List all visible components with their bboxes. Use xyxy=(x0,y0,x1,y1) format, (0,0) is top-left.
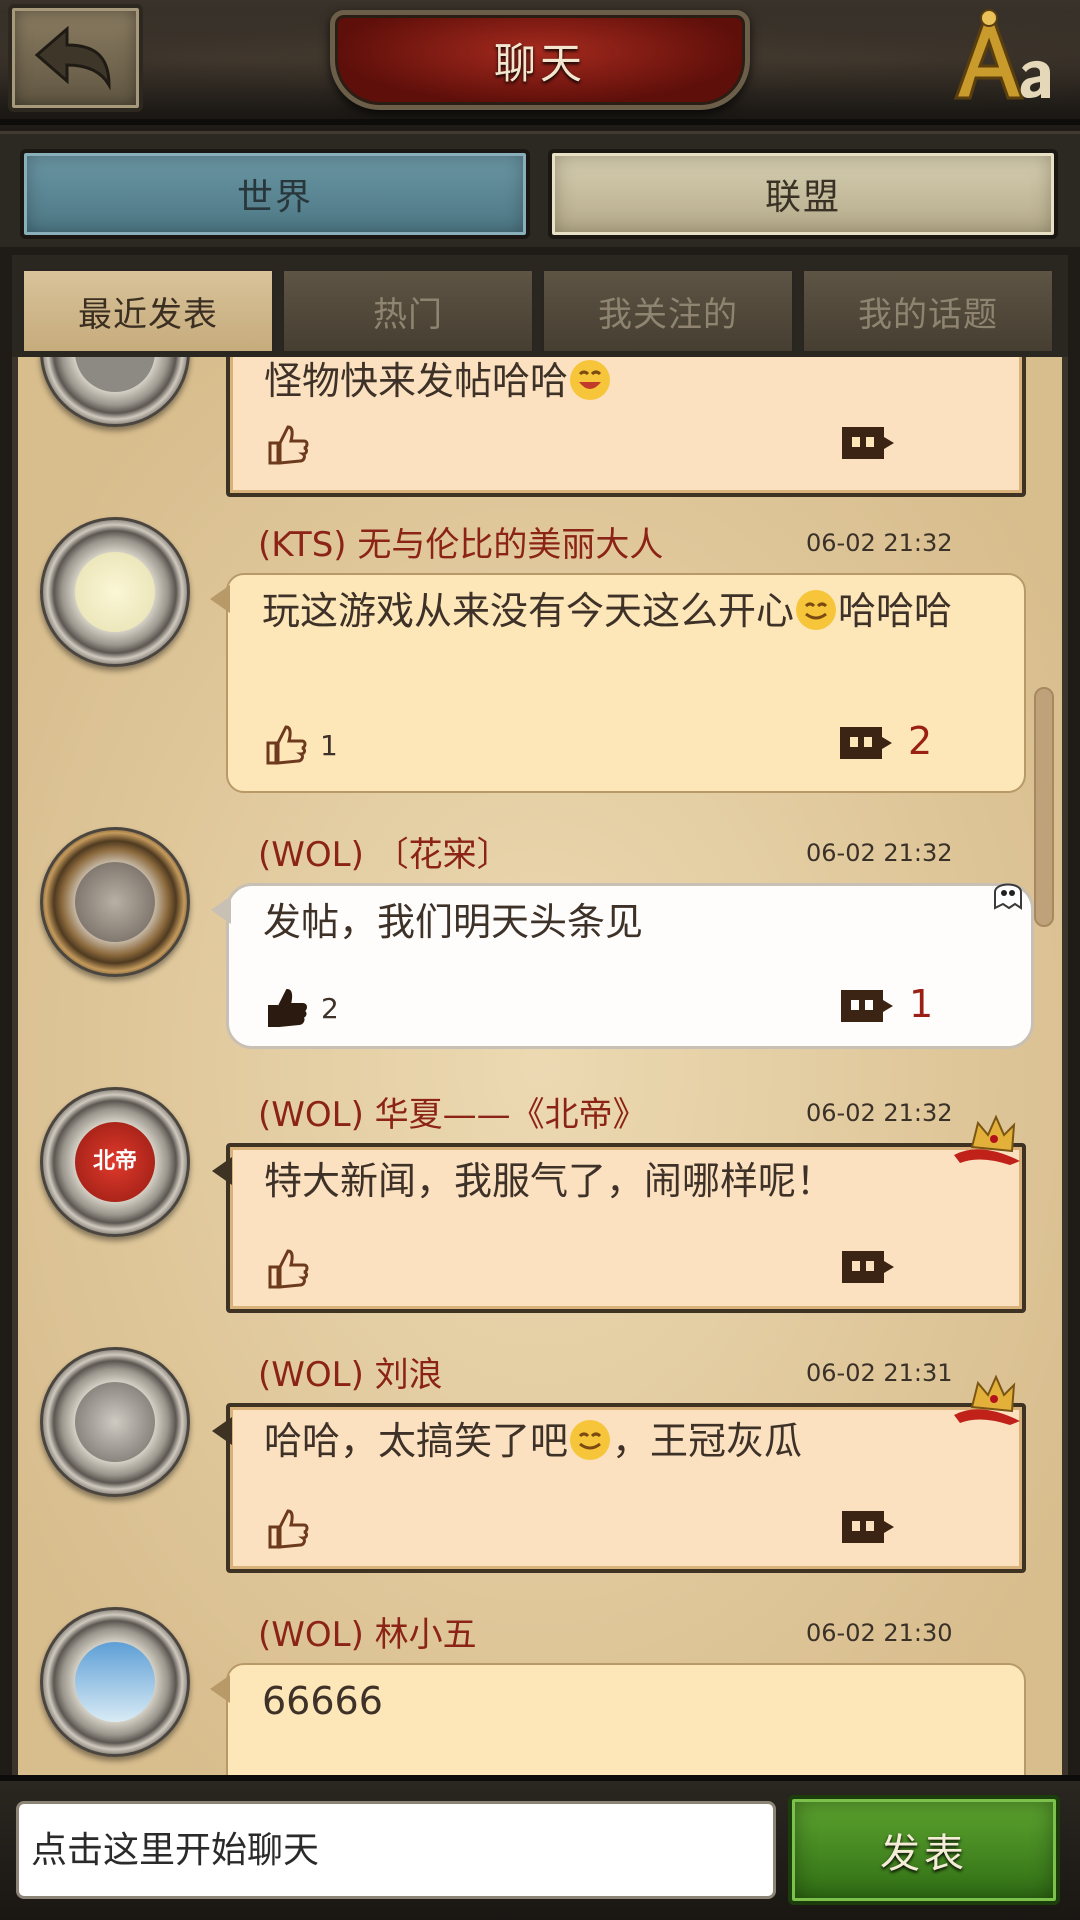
thumbs-up-icon[interactable] xyxy=(264,421,310,467)
message-bubble: 发帖，我们明天头条见 2 1 xyxy=(211,883,1034,1049)
font-size-button[interactable] xyxy=(946,8,1056,108)
avatar[interactable] xyxy=(40,357,190,427)
thumbs-up-icon[interactable] xyxy=(262,721,308,767)
avatar[interactable] xyxy=(40,517,190,667)
player-name[interactable]: (KTS) 无与伦比的美丽大人 xyxy=(258,517,663,566)
back-button[interactable] xyxy=(8,4,143,112)
avatar[interactable]: 北帝 xyxy=(40,1087,190,1237)
comment-icon[interactable] xyxy=(838,725,894,761)
tab-alliance[interactable]: 联盟 xyxy=(548,149,1058,239)
tab-following[interactable]: 我关注的 xyxy=(542,269,794,351)
timestamp: 06-02 21:32 xyxy=(806,839,953,867)
player-name[interactable]: (WOL) 刘浪 xyxy=(258,1347,443,1396)
timestamp: 06-02 21:32 xyxy=(806,529,953,557)
message-bubble: 玩这游戏从来没有今天这么开心 哈哈哈 1 2 xyxy=(210,573,1026,793)
comment-icon[interactable] xyxy=(840,425,896,461)
thumbs-up-icon[interactable] xyxy=(264,1505,310,1551)
comment-icon[interactable] xyxy=(840,1249,896,1285)
message-text: 玩这游戏从来没有今天这么开心 哈哈哈 xyxy=(262,589,953,633)
comment-icon[interactable] xyxy=(839,988,895,1024)
back-arrow-icon xyxy=(34,25,111,91)
message-text: 发帖，我们明天头条见 xyxy=(263,900,644,944)
avatar-emblem: 北帝 xyxy=(75,1122,155,1202)
font-size-icon xyxy=(953,9,1050,100)
message-bubble: 哈哈，太搞笑了吧 ，王冠灰瓜 xyxy=(212,1374,1026,1573)
composer-bar: 发表 xyxy=(0,1775,1080,1920)
player-name[interactable]: (WOL) 华夏——《北帝》 xyxy=(258,1087,647,1136)
comment-icon[interactable] xyxy=(840,1509,896,1545)
timestamp: 06-02 21:31 xyxy=(806,1359,953,1387)
header-bar: 聊天 xyxy=(0,0,1080,125)
scrollbar[interactable] xyxy=(1034,687,1054,927)
message-text: 怪物快来发帖哈哈 xyxy=(264,357,984,405)
avatar[interactable] xyxy=(40,1347,190,1497)
chat-input[interactable] xyxy=(16,1801,776,1899)
timestamp: 06-02 21:32 xyxy=(806,1099,953,1127)
like-count: 1 xyxy=(320,729,338,762)
message-text: 哈哈，太搞笑了吧 ，王冠灰瓜 xyxy=(264,1419,803,1463)
message-bubble: 特大新闻，我服气了，闹哪样呢！ xyxy=(212,1114,1026,1313)
main-tab-bar: 世界 联盟 xyxy=(0,131,1080,247)
tab-world[interactable]: 世界 xyxy=(20,149,530,239)
thumbs-up-icon[interactable] xyxy=(264,1245,310,1291)
message-bubble: 66666 xyxy=(210,1663,1026,1775)
comment-count: 2 xyxy=(908,719,933,763)
message-text: 特大新闻，我服气了，闹哪样呢！ xyxy=(264,1159,835,1203)
message-bubble: 怪物快来发帖哈哈 xyxy=(226,357,1026,497)
timestamp: 06-02 21:30 xyxy=(806,1619,953,1647)
sub-tab-bar: 最近发表 热门 我关注的 我的话题 xyxy=(12,255,1068,357)
send-button[interactable]: 发表 xyxy=(788,1795,1060,1905)
title-plate: 聊天 xyxy=(330,10,750,110)
smile-emoji-icon xyxy=(570,360,611,400)
like-count: 2 xyxy=(321,992,339,1025)
avatar[interactable] xyxy=(40,827,190,977)
message-text: 66666 xyxy=(262,1679,383,1723)
ghost-icon xyxy=(994,883,1022,910)
player-name[interactable]: (WOL) 〔花宩〕 xyxy=(258,827,511,876)
avatar[interactable] xyxy=(40,1607,190,1757)
player-name[interactable]: (WOL) 林小五 xyxy=(258,1607,477,1656)
thumbs-up-filled-icon[interactable] xyxy=(263,984,309,1030)
tab-my-topics[interactable]: 我的话题 xyxy=(802,269,1054,351)
tab-hot[interactable]: 热门 xyxy=(282,269,534,351)
smile-emoji-icon xyxy=(570,1420,611,1460)
tab-recent[interactable]: 最近发表 xyxy=(22,269,274,351)
smile-emoji-icon xyxy=(796,590,837,630)
chat-feed[interactable]: 怪物快来发帖哈哈 (KTS) 无与伦比的美丽大人 06-02 21:32 玩这游… xyxy=(12,357,1068,1775)
comment-count: 1 xyxy=(909,982,934,1026)
page-title: 聊天 xyxy=(493,38,586,88)
